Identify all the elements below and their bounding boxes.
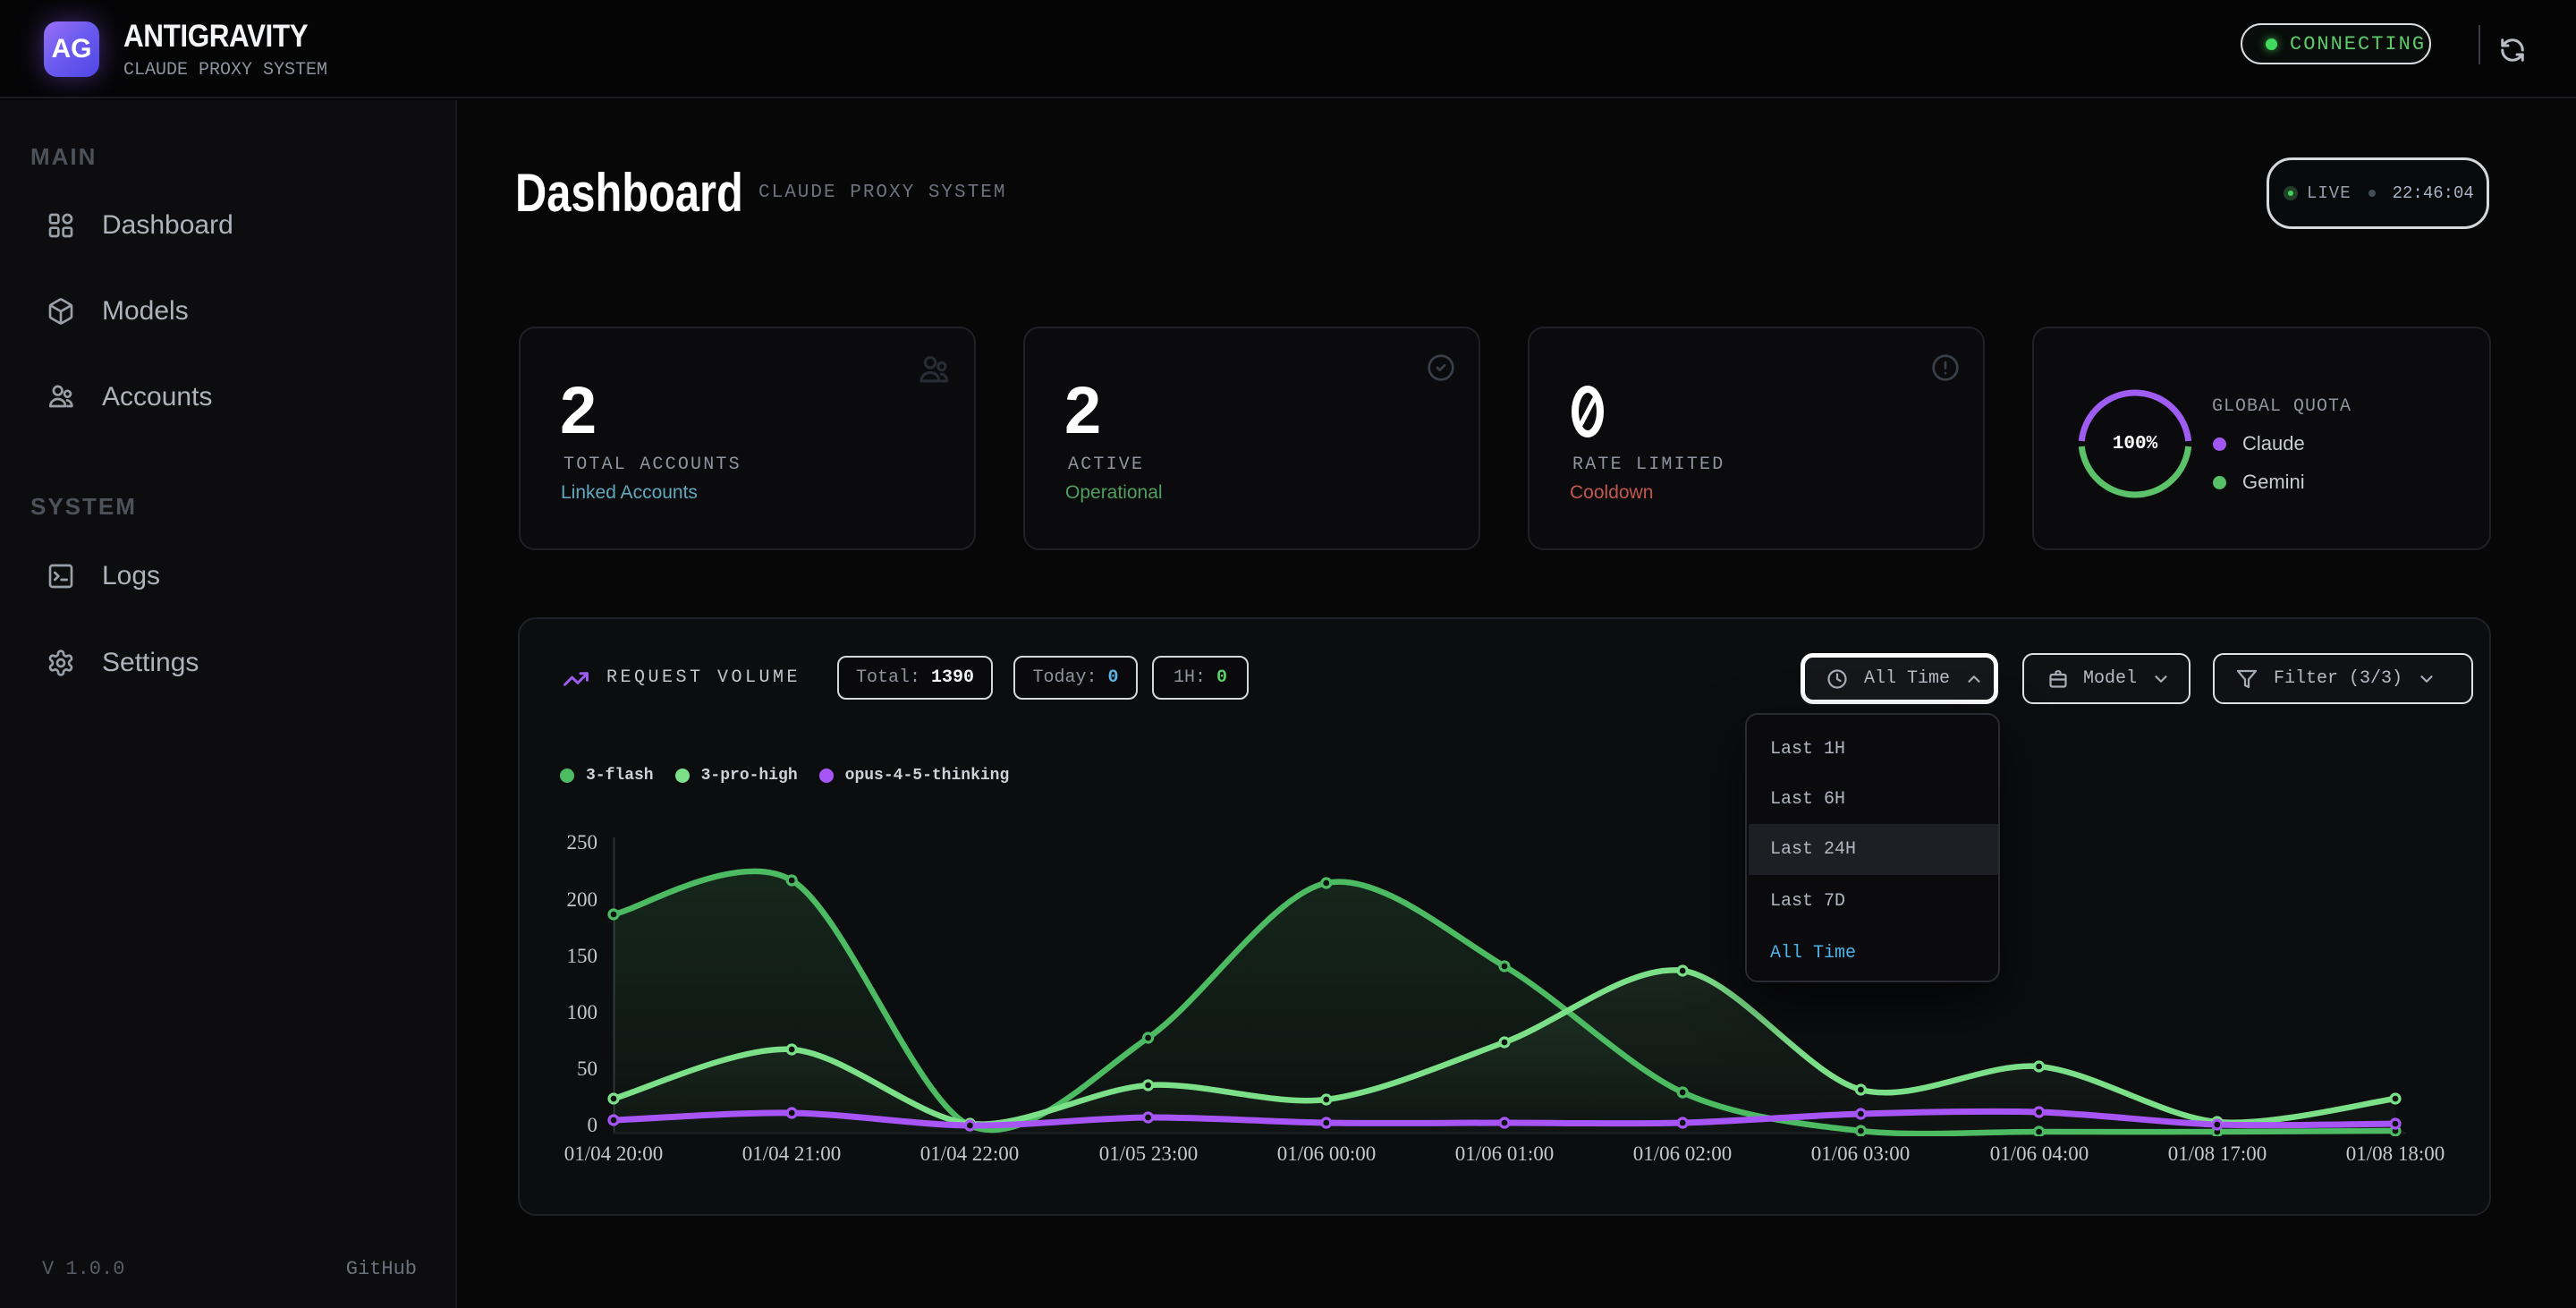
- svg-text:01/08 18:00: 01/08 18:00: [2346, 1142, 2445, 1165]
- svg-text:250: 250: [567, 831, 598, 854]
- svg-text:50: 50: [577, 1057, 597, 1080]
- svg-text:01/04 22:00: 01/04 22:00: [920, 1142, 1020, 1165]
- svg-text:01/08 17:00: 01/08 17:00: [2168, 1142, 2267, 1165]
- svg-text:01/06 03:00: 01/06 03:00: [1811, 1142, 1911, 1165]
- svg-text:0: 0: [588, 1114, 598, 1136]
- svg-text:01/05 23:00: 01/05 23:00: [1099, 1142, 1199, 1165]
- svg-text:200: 200: [567, 888, 598, 911]
- svg-text:01/04 20:00: 01/04 20:00: [564, 1142, 664, 1165]
- svg-text:01/04 21:00: 01/04 21:00: [742, 1142, 842, 1165]
- svg-text:01/06 00:00: 01/06 00:00: [1277, 1142, 1377, 1165]
- svg-text:01/06 02:00: 01/06 02:00: [1633, 1142, 1733, 1165]
- svg-text:150: 150: [567, 945, 598, 967]
- svg-text:100%: 100%: [2113, 434, 2158, 454]
- svg-text:01/06 01:00: 01/06 01:00: [1455, 1142, 1555, 1165]
- svg-text:01/06 04:00: 01/06 04:00: [1990, 1142, 2089, 1165]
- svg-text:100: 100: [567, 1001, 598, 1023]
